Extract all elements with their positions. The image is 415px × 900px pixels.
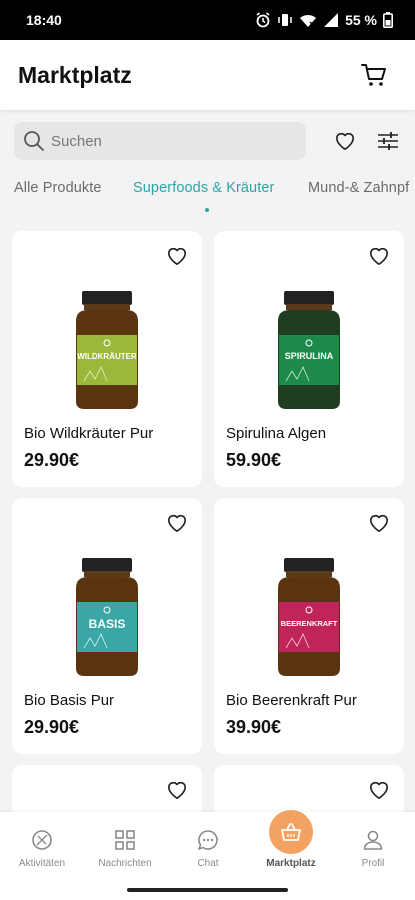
nav-label: Aktivitäten: [18, 858, 66, 869]
favorite-button[interactable]: [164, 510, 190, 536]
app-header: Marktplatz: [0, 40, 415, 110]
product-name: Bio Basis Pur: [24, 692, 115, 709]
product-price: 59.90€: [226, 450, 282, 470]
basket-icon: [281, 823, 301, 841]
heart-icon: [168, 781, 186, 799]
svg-text:BASIS: BASIS: [89, 617, 126, 631]
nav-label: Profil: [361, 858, 385, 869]
sliders-icon: [378, 132, 398, 150]
search-input[interactable]: [51, 132, 281, 150]
favorite-button[interactable]: [366, 777, 392, 803]
chat-icon: [198, 830, 218, 850]
status-icons: 55 %: [255, 12, 393, 28]
alarm-icon: [255, 12, 271, 28]
cart-icon: [361, 64, 386, 86]
heart-icon: [370, 247, 388, 265]
nav-profil[interactable]: Profil: [333, 812, 413, 880]
cart-button[interactable]: [359, 60, 389, 90]
heart-icon: [370, 514, 388, 532]
tab-mund-zahnpflege[interactable]: Mund-& Zahnpf: [308, 180, 409, 196]
status-time: 18:40: [26, 12, 62, 28]
battery-icon: [383, 12, 393, 28]
tab-superfoods[interactable]: Superfoods & Kräuter: [133, 180, 274, 196]
tab-alle-produkte[interactable]: Alle Produkte: [14, 180, 102, 196]
heart-icon: [370, 781, 388, 799]
battery-text: 55 %: [345, 12, 377, 28]
nav-aktivitaeten[interactable]: Aktivitäten: [2, 812, 82, 880]
profile-icon: [363, 830, 383, 850]
nav-label: Nachrichten: [98, 858, 152, 869]
nav-label: Chat: [197, 858, 219, 869]
favorite-button[interactable]: [164, 777, 190, 803]
product-image: BASIS: [76, 558, 138, 676]
search-bar[interactable]: [14, 122, 306, 160]
heart-icon: [168, 514, 186, 532]
home-indicator[interactable]: [127, 888, 288, 892]
product-card[interactable]: SPIRULINA Spirulina Algen 59.90€: [214, 231, 404, 487]
product-name: Spirulina Algen: [226, 425, 327, 442]
vibrate-icon: [277, 12, 293, 28]
product-name: Bio Beerenkraft Pur: [226, 692, 357, 709]
nav-marktplatz[interactable]: Marktplatz: [251, 810, 331, 880]
signal-icon: [323, 12, 339, 28]
favorite-button[interactable]: [366, 243, 392, 269]
product-name: Bio Wildkräuter Pur: [24, 425, 154, 442]
svg-text:WILDKRÄUTER: WILDKRÄUTER: [77, 352, 137, 361]
product-image: SPIRULINA: [278, 291, 340, 409]
product-image: WILDKRÄUTER: [76, 291, 138, 409]
favorites-button[interactable]: [330, 126, 360, 156]
favorite-button[interactable]: [366, 510, 392, 536]
nav-chat[interactable]: Chat: [168, 812, 248, 880]
product-price: 39.90€: [226, 717, 282, 737]
status-bar: 18:40 55 %: [0, 0, 415, 40]
heart-icon: [336, 132, 354, 150]
grid-icon: [115, 830, 135, 850]
search-icon: [24, 131, 44, 151]
nav-label: Marktplatz: [266, 858, 316, 869]
marktplatz-fab[interactable]: [269, 810, 313, 854]
favorite-button[interactable]: [164, 243, 190, 269]
filter-button[interactable]: [373, 126, 403, 156]
product-card[interactable]: WILDKRÄUTER Bio Wildkräuter Pur 29.90€: [12, 231, 202, 487]
active-tab-indicator: [205, 208, 209, 212]
product-card[interactable]: BEERENKRAFT Bio Beerenkraft Pur 39.90€: [214, 498, 404, 754]
svg-text:BEERENKRAFT: BEERENKRAFT: [281, 619, 338, 628]
page-title: Marktplatz: [18, 61, 132, 88]
svg-text:SPIRULINA: SPIRULINA: [285, 351, 334, 361]
bottom-navigation: Aktivitäten Nachrichten Chat Marktplatz: [0, 810, 415, 880]
product-price: 29.90€: [24, 717, 80, 737]
gesture-bar: [0, 880, 415, 900]
product-card[interactable]: BASIS Bio Basis Pur 29.90€: [12, 498, 202, 754]
activity-icon: [32, 830, 52, 850]
wifi-icon: [299, 12, 317, 28]
category-tabs: Alle Produkte Superfoods & Kräuter Mund-…: [0, 176, 415, 216]
nav-nachrichten[interactable]: Nachrichten: [85, 812, 165, 880]
search-row: [14, 122, 402, 160]
product-image: BEERENKRAFT: [278, 558, 340, 676]
heart-icon: [168, 247, 186, 265]
product-price: 29.90€: [24, 450, 80, 470]
